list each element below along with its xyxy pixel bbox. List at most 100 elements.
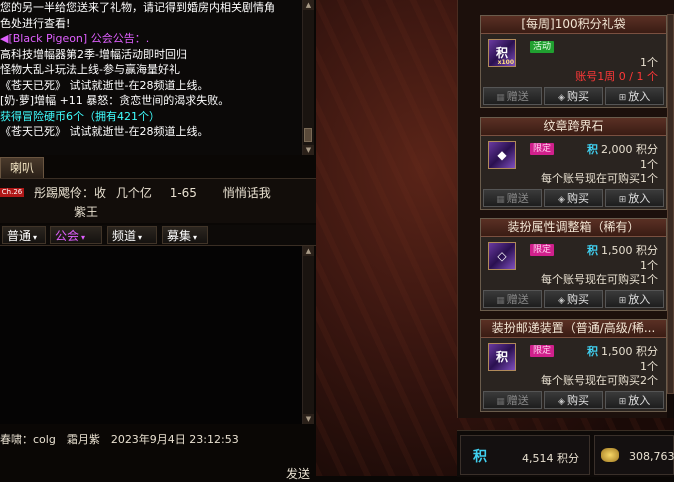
chat-line: 《苍天已死》 试试就逝世-在28频道上线。 — [0, 78, 209, 92]
item-badge: 限定 — [530, 345, 555, 357]
item-title: 纹章跨界石 — [481, 118, 666, 136]
chat-tab-label: 募集 — [167, 229, 192, 243]
item-icon[interactable]: ◇ — [488, 242, 516, 270]
item-purchase-limit: 每个账号现在可购买2个 — [541, 374, 658, 387]
scrollbar-thumb[interactable] — [304, 128, 312, 142]
points-icon: 积 — [587, 244, 598, 257]
gift-label: 赠送 — [506, 192, 529, 205]
gold-coin-icon — [601, 448, 619, 462]
scroll-up-arrow-icon[interactable]: ▲ — [303, 0, 314, 10]
buy-button[interactable]: ◈ 购买 — [544, 391, 603, 409]
chat-tab-2[interactable]: 频道 ▾ — [107, 226, 157, 244]
item-price-value: 1,500 积分 — [601, 345, 658, 358]
chat-channel-tabs: 普通 ▾ 公会 ▾ 频道 ▾ 募集 ▾ — [0, 225, 316, 246]
item-badge: 活动 — [530, 41, 555, 53]
chat-log: 您的另一半给您送来了礼物，请记得到婚房内相关剧情角 色处进行查看! ◀[Black … — [0, 0, 302, 155]
add-to-cart-label: 放入 — [628, 394, 651, 407]
gift-button[interactable]: ▦ 赠送 — [483, 290, 542, 308]
horn-message-line1: 彤踢飔伶：收 几个亿 1-65 悄悄话我 — [34, 184, 271, 201]
item-purchase-limit: 每个账号现在可购买1个 — [541, 172, 658, 185]
horn-msg-b: 1-65 — [169, 186, 197, 200]
points-icon: 积 — [587, 345, 598, 358]
add-to-cart-button[interactable]: ⊞ 放入 — [605, 290, 664, 308]
add-to-cart-label: 放入 — [628, 192, 651, 205]
send-button[interactable]: 发送 — [286, 465, 310, 482]
item-price: 积 2,000 积分 — [587, 141, 658, 157]
points-value: 4,514 积分 — [522, 452, 579, 465]
item-price: 积 1,500 积分 — [587, 242, 658, 258]
buy-button[interactable]: ◈ 购买 — [544, 290, 603, 308]
gift-button[interactable]: ▦ 赠送 — [483, 189, 542, 207]
dropdown-arrow-icon: ▾ — [33, 233, 38, 242]
cart-icon: ⊞ — [618, 195, 627, 205]
shop-scrollbar-thumb[interactable] — [667, 14, 674, 394]
item-purchase-limit: 每个账号现在可购买1个 — [541, 273, 658, 286]
cart-icon: ⊞ — [618, 397, 627, 407]
gift-label: 赠送 — [506, 90, 529, 103]
buy-button[interactable]: ◈ 购买 — [544, 189, 603, 207]
chat-line: [奶·萝]增幅 +11 暴怒：贪恋世间的渴求失败。 — [0, 94, 230, 107]
chat-tab-1[interactable]: 公会 ▾ — [50, 226, 102, 244]
add-to-cart-button[interactable]: ⊞ 放入 — [605, 87, 664, 105]
scroll-up-arrow-icon[interactable]: ▲ — [303, 246, 314, 256]
add-to-cart-label: 放入 — [628, 293, 651, 306]
chat-line: 获得冒险硬币6个（拥有421个） — [0, 109, 160, 123]
item-icon-glyph: ◆ — [497, 148, 507, 162]
buy-label: 购买 — [566, 192, 589, 205]
item-icon-glyph: ◇ — [497, 249, 507, 263]
buy-button[interactable]: ◈ 购买 — [544, 87, 603, 105]
add-to-cart-button[interactable]: ⊞ 放入 — [605, 391, 664, 409]
chat-tab-3[interactable]: 募集 ▾ — [162, 226, 208, 244]
chat-line: 高科技增幅器第2季-增幅活动即时回归 — [0, 47, 187, 61]
points-icon: 积 — [587, 143, 598, 156]
item-title: 装扮属性调整箱（稀有） — [481, 219, 666, 237]
add-to-cart-button[interactable]: ⊞ 放入 — [605, 189, 664, 207]
item-title: [每周]100积分礼袋 — [481, 16, 666, 34]
horn-message-box: Ch.26 彤踢飔伶：收 几个亿 1-65 悄悄话我 紫王 — [0, 178, 316, 223]
buy-label: 购买 — [566, 90, 589, 103]
buy-label: 购买 — [566, 394, 589, 407]
chat-area-scrollbar[interactable]: ▲ ▼ — [302, 246, 314, 424]
channel-badge: Ch.26 — [0, 188, 24, 197]
currency-bar: 积 4,514 积分 308,763,4 — [457, 430, 674, 477]
gift-button[interactable]: ▦ 赠送 — [483, 391, 542, 409]
buy-label: 购买 — [566, 293, 589, 306]
chat-tab-label: 普通 — [7, 229, 32, 243]
item-icon[interactable]: 积 x100 — [488, 39, 516, 67]
chat-log-scrollbar[interactable]: ▲ ▼ — [302, 0, 314, 155]
cart-buy-icon: ◈ — [558, 93, 565, 103]
points-icon: 积 — [473, 449, 487, 465]
shop-item-card: 装扮属性调整箱（稀有） ◇ 限定积 1,500 积分 1个 每个账号现在可购买1个 ▦ 赠送 ◈… — [480, 218, 667, 311]
scroll-down-arrow-icon[interactable]: ▼ — [303, 145, 314, 155]
horn-msg-c: 悄悄话我 — [222, 186, 271, 200]
gift-label: 赠送 — [506, 394, 529, 407]
item-title: 装扮邮递装置（普通/高级/稀... — [481, 320, 666, 338]
dropdown-arrow-icon: ▾ — [138, 233, 143, 242]
shop-item-card: 纹章跨界石 ◆ 限定积 2,000 积分 1个 每个账号现在可购买1个 ▦ 赠送 ◈ 购买 ⊞ 放入 — [480, 117, 667, 210]
item-icon-count: x100 — [497, 59, 514, 66]
add-to-cart-label: 放入 — [628, 90, 651, 103]
system-info-line: 春啸：colg 霜月紫 2023年9月4日 23:12:53 — [0, 433, 239, 446]
shop-scrollbar[interactable] — [667, 14, 674, 418]
cart-icon: ⊞ — [618, 93, 627, 103]
gift-icon: ▦ — [496, 296, 505, 306]
chat-tab-0[interactable]: 普通 ▾ — [2, 226, 46, 244]
scroll-down-arrow-icon[interactable]: ▼ — [303, 414, 314, 424]
chat-message-area[interactable] — [0, 246, 302, 424]
horn-tab-label: 喇叭 — [9, 161, 34, 175]
chat-line: 《苍天已死》 试试就逝世-在28频道上线。 — [0, 125, 209, 138]
item-icon[interactable]: 积 — [488, 343, 516, 371]
chat-line: 怪物大乱斗玩法上线-参与赢海量好礼 — [0, 63, 180, 76]
cart-buy-icon: ◈ — [558, 296, 565, 306]
gift-icon: ▦ — [496, 93, 505, 103]
item-icon[interactable]: ◆ — [488, 141, 516, 169]
chat-tab-label: 频道 — [112, 229, 137, 243]
gift-button[interactable]: ▦ 赠送 — [483, 87, 542, 105]
horn-msg-a: 几个亿 — [115, 186, 152, 200]
item-price-value: 1,500 积分 — [601, 244, 658, 257]
horn-tab[interactable]: 喇叭 — [0, 157, 44, 178]
cart-buy-icon: ◈ — [558, 397, 565, 407]
cart-buy-icon: ◈ — [558, 195, 565, 205]
chat-tab-label: 公会 — [55, 229, 80, 243]
gold-display: 308,763,4 — [594, 435, 674, 475]
